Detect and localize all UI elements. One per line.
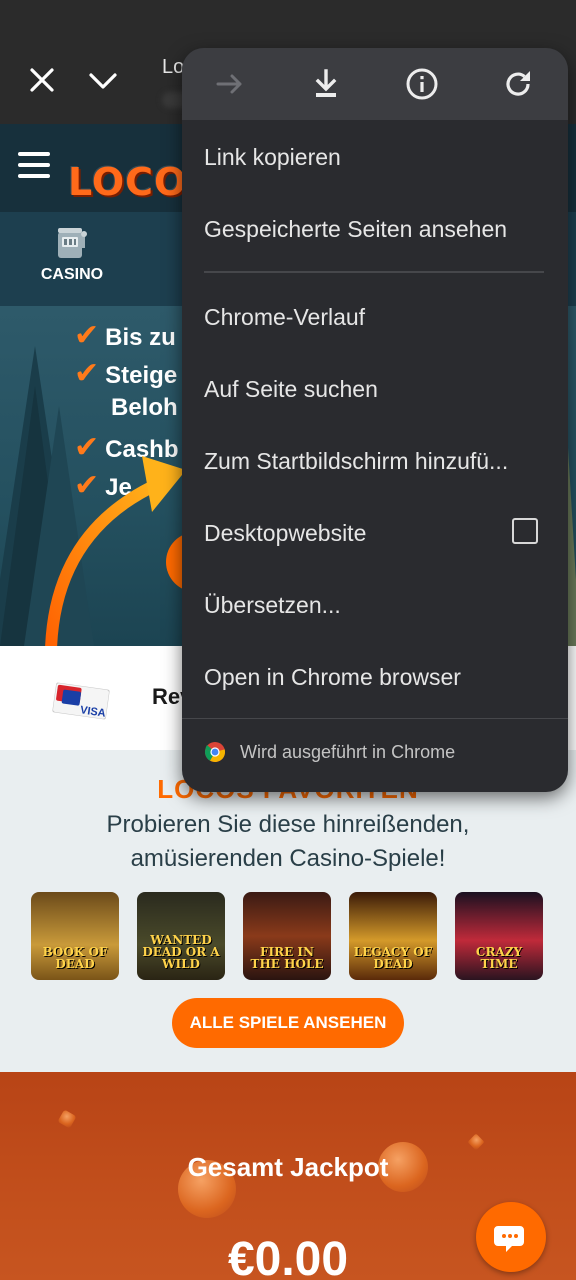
game-tile-crazy-time[interactable]: CRAZY TIME bbox=[455, 892, 543, 980]
chat-icon bbox=[494, 1226, 524, 1252]
menu-item-add-to-home[interactable]: Zum Startbildschirm hinzufü... bbox=[204, 448, 508, 475]
check-icon: ✔ bbox=[74, 357, 100, 390]
chrome-logo-icon bbox=[204, 742, 226, 763]
menu-divider bbox=[204, 271, 544, 273]
chat-button[interactable] bbox=[476, 1202, 546, 1272]
hero-feature-2: ✔ Steige bbox=[74, 357, 178, 390]
hero-feature-1: ✔ Bis zu bbox=[74, 319, 176, 352]
menu-icon-row bbox=[182, 48, 568, 120]
desktop-site-checkbox[interactable] bbox=[512, 518, 538, 544]
slot-machine-icon bbox=[58, 228, 87, 258]
chevron-down-icon[interactable] bbox=[86, 66, 120, 96]
reload-icon[interactable] bbox=[500, 66, 536, 102]
forward-arrow-icon[interactable] bbox=[212, 66, 248, 102]
game-tile-legacy-of-dead[interactable]: LEGACY OF DEAD bbox=[349, 892, 437, 980]
hero-feature-2b: Beloh bbox=[111, 394, 178, 421]
menu-item-desktop-site[interactable]: Desktopwebsite bbox=[204, 520, 366, 547]
menu-item-copy-link[interactable]: Link kopieren bbox=[204, 144, 341, 171]
game-tile-book-of-dead[interactable]: BOOK OF DEAD bbox=[31, 892, 119, 980]
game-tile-fire-in-the-hole[interactable]: FIRE IN THE HOLE bbox=[243, 892, 331, 980]
menu-item-translate[interactable]: Übersetzen... bbox=[204, 592, 341, 619]
jackpot-title: Gesamt Jackpot bbox=[187, 1152, 389, 1182]
download-icon[interactable] bbox=[308, 66, 344, 102]
jackpot-section: Gesamt Jackpot €0.00 bbox=[0, 1072, 576, 1280]
chrome-overflow-menu: Link kopieren Gespeicherte Seiten ansehe… bbox=[182, 48, 568, 792]
close-icon[interactable] bbox=[26, 64, 58, 96]
menu-item-open-in-chrome[interactable]: Open in Chrome browser bbox=[204, 664, 461, 691]
menu-footer-divider bbox=[182, 718, 568, 719]
menu-item-history[interactable]: Chrome-Verlauf bbox=[204, 304, 365, 331]
nav-casino[interactable]: CASINO bbox=[36, 226, 108, 298]
menu-footer-text: Wird ausgeführt in Chrome bbox=[240, 742, 456, 762]
all-games-button[interactable]: ALLE SPIELE ANSEHEN bbox=[172, 998, 404, 1048]
visa-label: VISA bbox=[79, 704, 107, 720]
games-row: BOOK OF DEAD WANTED DEAD OR A WILD FIRE … bbox=[31, 892, 551, 980]
menu-item-saved-pages[interactable]: Gespeicherte Seiten ansehen bbox=[204, 216, 507, 243]
favorites-subtitle: Probieren Sie diese hinreißenden, amüsie… bbox=[106, 811, 470, 872]
game-tile-wanted[interactable]: WANTED DEAD OR A WILD bbox=[137, 892, 225, 980]
favorites-section: LOCOS FAVORITEN Probieren Sie diese hinr… bbox=[0, 750, 576, 1072]
hamburger-menu-icon[interactable] bbox=[18, 152, 50, 180]
site-logo[interactable]: LOCO bbox=[68, 160, 187, 204]
nav-casino-label: CASINO bbox=[40, 266, 104, 283]
page-title: Lo bbox=[162, 56, 185, 78]
info-icon[interactable] bbox=[404, 66, 440, 102]
check-icon: ✔ bbox=[74, 319, 100, 352]
menu-item-find-in-page[interactable]: Auf Seite suchen bbox=[204, 376, 378, 403]
